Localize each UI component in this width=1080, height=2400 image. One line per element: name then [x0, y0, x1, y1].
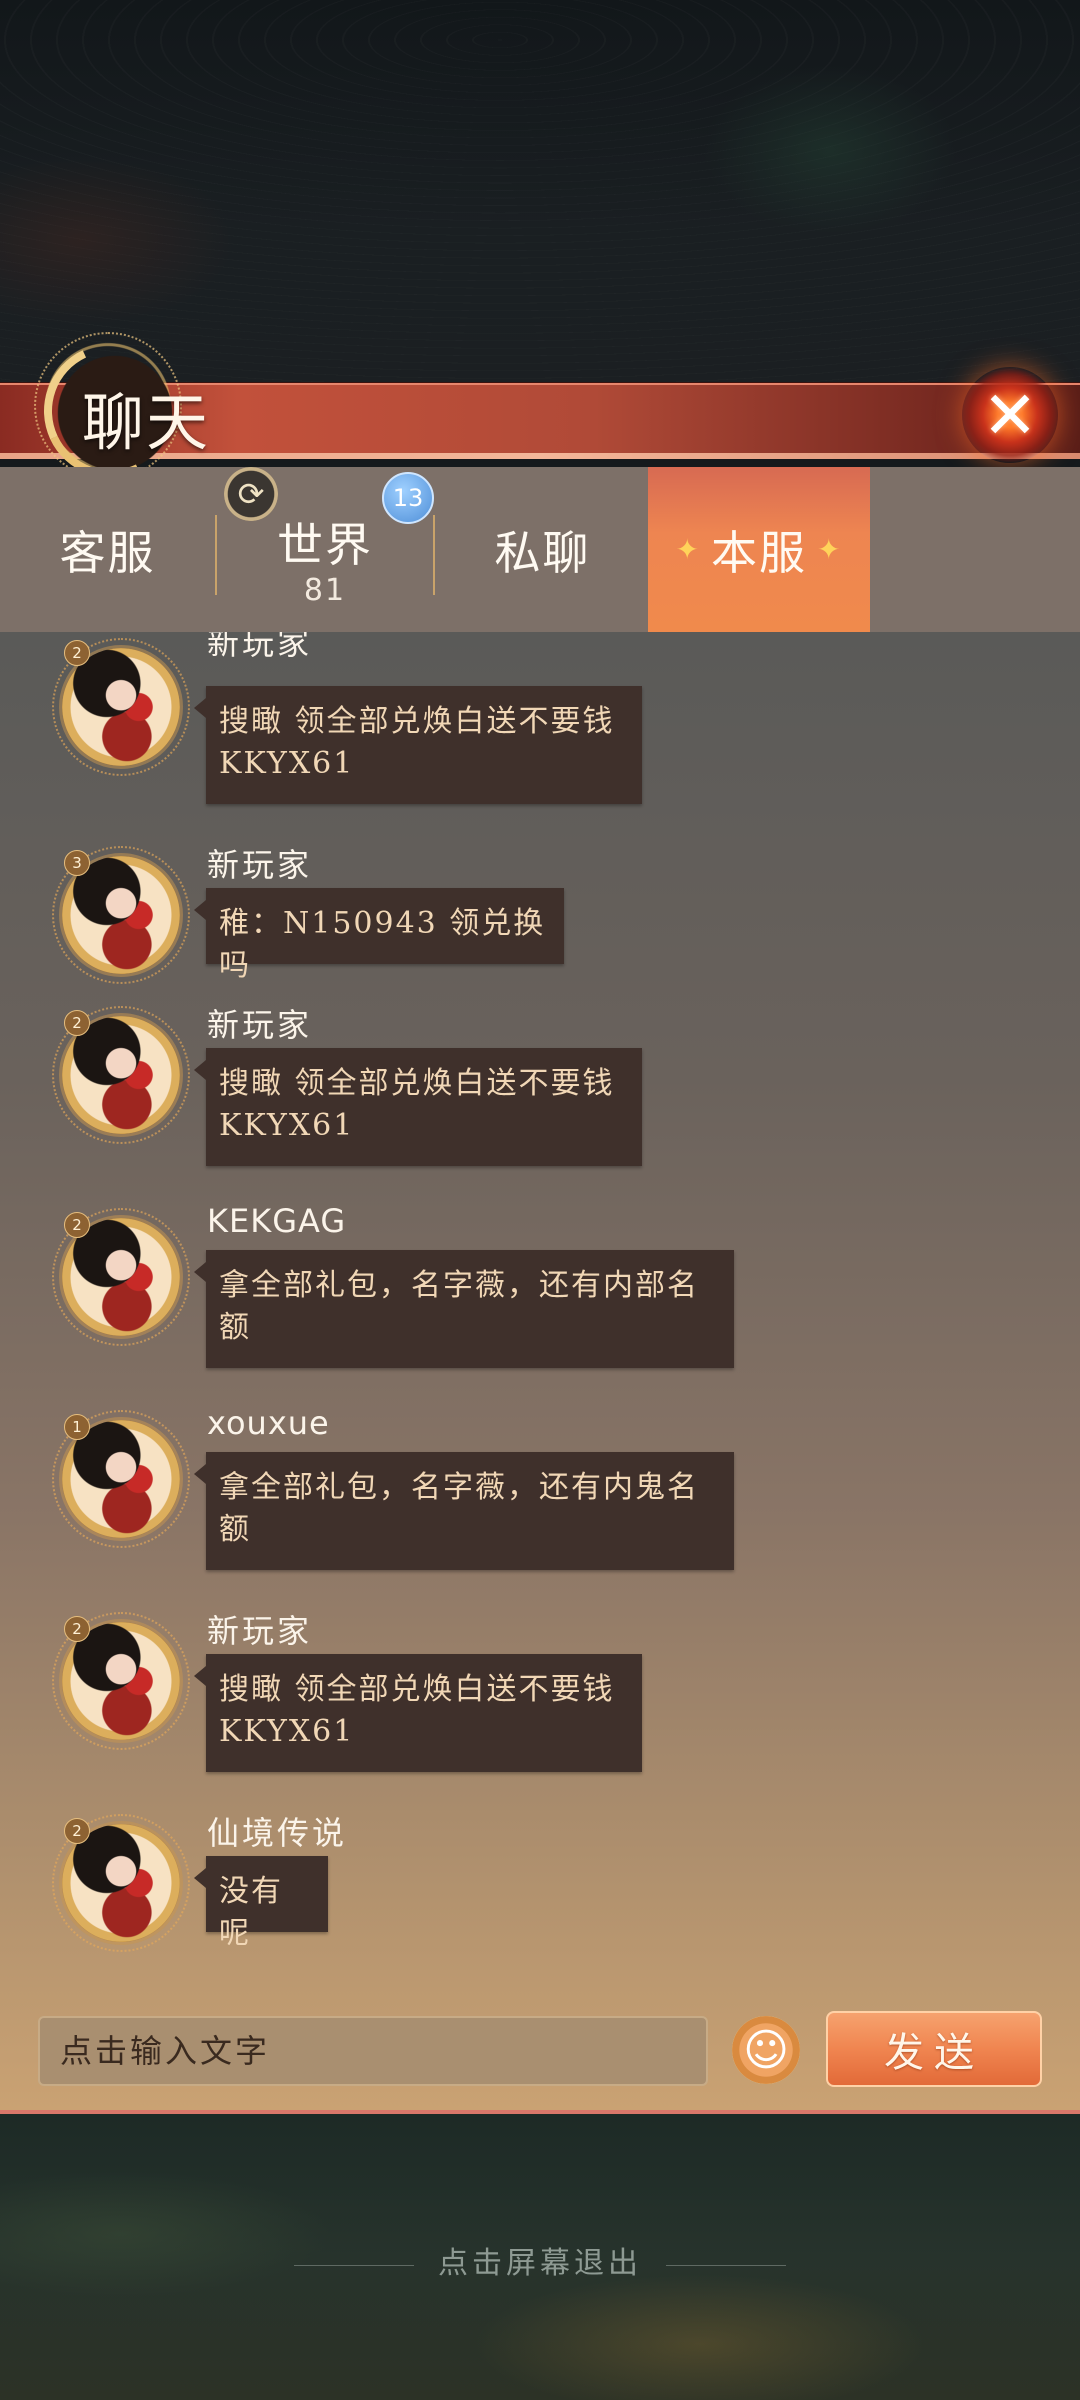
- tab-customer-service[interactable]: 客服: [0, 467, 215, 632]
- tab-label: 本服: [711, 525, 807, 580]
- exit-hint-text: 点击屏幕退出: [438, 2246, 642, 2281]
- message-text-line: KKYX61: [219, 746, 355, 781]
- level-badge: 2: [64, 1010, 90, 1036]
- level-badge: 3: [64, 850, 90, 876]
- message-bubble[interactable]: 稚：N150943 领兑换吗: [194, 888, 564, 983]
- diamond-icon: ✦: [817, 533, 843, 566]
- send-button[interactable]: 发送: [826, 2011, 1042, 2087]
- message-bubble[interactable]: 拿全部礼包，名字薇，还有内鬼名 额: [194, 1452, 734, 1570]
- message-bubble[interactable]: 搜瞰 领全部兑焕白送不要钱 KKYX61: [194, 1654, 642, 1772]
- unread-badge: 13: [382, 472, 434, 524]
- sender-name: 新玩家: [207, 632, 313, 662]
- level-badge: 2: [64, 1616, 90, 1642]
- tab-label: 世界: [277, 518, 373, 572]
- message-text-line: KKYX61: [219, 1714, 355, 1749]
- tab-label: 客服: [59, 525, 156, 580]
- chat-message-list[interactable]: 2 新玩家 搜瞰 领全部兑焕白送不要钱 KKYX61 3 新玩家 稚：N1509…: [0, 632, 1080, 2112]
- message-text-line: 搜瞰 领全部兑焕白送不要钱: [219, 704, 615, 739]
- sender-name: 新玩家: [207, 1006, 313, 1044]
- top-decorative-background: [0, 0, 1080, 385]
- divider-line: [666, 2264, 786, 2266]
- message-input[interactable]: 点击输入文字: [38, 2016, 708, 2086]
- emoji-icon[interactable]: ☺: [732, 2016, 800, 2084]
- message-text-line: 额: [219, 1310, 251, 1345]
- close-icon: ✕: [982, 376, 1038, 454]
- message-text-line: KKYX61: [219, 1108, 355, 1143]
- input-bar: 点击输入文字 ☺ 发送: [0, 1985, 1080, 2112]
- close-button[interactable]: ✕: [960, 367, 1060, 463]
- level-badge: 2: [64, 1212, 90, 1238]
- message-bubble[interactable]: 搜瞰 领全部兑焕白送不要钱 KKYX61: [194, 686, 642, 804]
- page-title: 聊天: [82, 386, 211, 459]
- tab-this-server[interactable]: ✦ 本服 ✦: [648, 467, 870, 632]
- level-badge: 1: [64, 1414, 90, 1440]
- message-text-line: 没有呢: [219, 1874, 283, 1951]
- sender-name: 新玩家: [207, 1612, 313, 1650]
- exit-hint[interactable]: 点击屏幕退出: [0, 2238, 1080, 2282]
- world-count: 81: [303, 573, 347, 608]
- level-badge: 2: [64, 640, 90, 666]
- tab-bar: 客服 世界 81 私聊 ✦ 本服 ✦: [0, 467, 1080, 632]
- message-bubble[interactable]: 没有呢: [194, 1856, 328, 1951]
- tab-label: 私聊: [494, 525, 591, 580]
- sender-name: 新玩家: [207, 846, 313, 884]
- message-text-line: 拿全部礼包，名字薇，还有内鬼名: [219, 1470, 699, 1505]
- refresh-icon[interactable]: ⟳: [224, 467, 278, 521]
- sender-name: 仙境传说: [207, 1814, 348, 1852]
- message-text-line: 稚：N150943 领兑换吗: [219, 906, 546, 983]
- divider-line: [294, 2264, 414, 2266]
- sender-name: xouxue: [207, 1404, 330, 1442]
- message-bubble[interactable]: 搜瞰 领全部兑焕白送不要钱 KKYX61: [194, 1048, 642, 1166]
- diamond-icon: ✦: [675, 533, 701, 566]
- message-text-line: 拿全部礼包，名字薇，还有内部名: [219, 1268, 699, 1303]
- message-bubble[interactable]: 拿全部礼包，名字薇，还有内部名 额: [194, 1250, 734, 1368]
- message-text-line: 搜瞰 领全部兑焕白送不要钱: [219, 1066, 615, 1101]
- message-text-line: 额: [219, 1512, 251, 1547]
- sender-name: KEKGAG: [207, 1202, 347, 1240]
- level-badge: 2: [64, 1818, 90, 1844]
- message-text-line: 搜瞰 领全部兑焕白送不要钱: [219, 1672, 615, 1707]
- tab-private-chat[interactable]: 私聊: [435, 467, 650, 632]
